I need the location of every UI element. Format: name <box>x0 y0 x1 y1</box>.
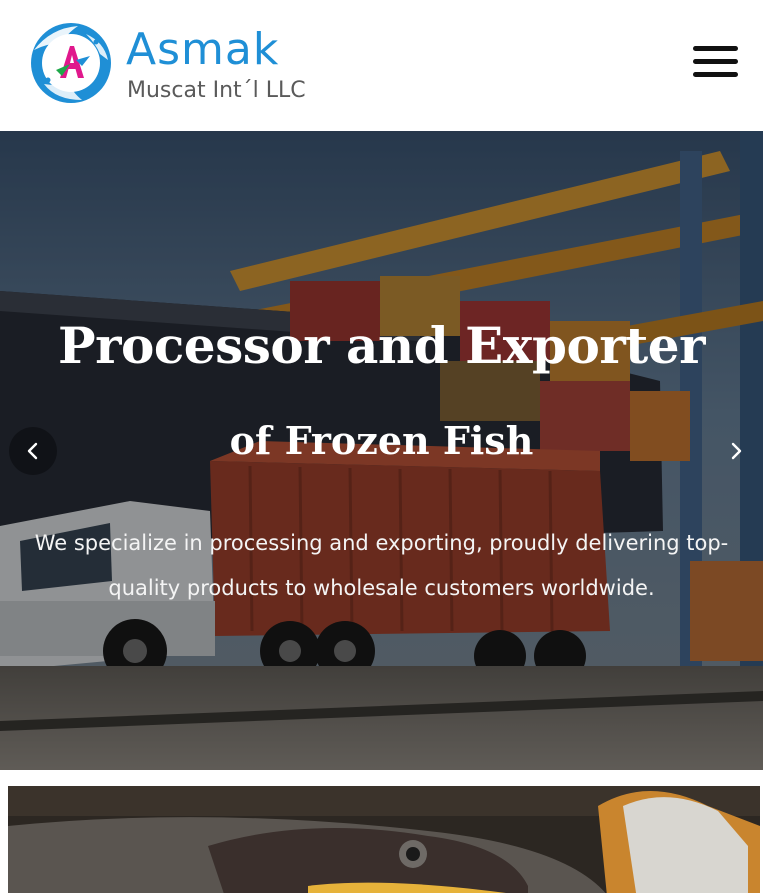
slider-next-button[interactable] <box>712 427 760 475</box>
site-header: Asmak Muscat Int´l LLC <box>0 0 763 131</box>
fish-logo-icon <box>31 23 111 103</box>
hamburger-menu-button[interactable] <box>690 40 742 84</box>
hero-subtitle: of Frozen Fish <box>229 418 534 463</box>
slider-prev-button[interactable] <box>9 427 57 475</box>
hamburger-menu-icon <box>693 46 738 51</box>
hamburger-bar <box>693 72 738 77</box>
brand-name: Asmak <box>126 24 280 75</box>
brand-subtitle: Muscat Int´l LLC <box>127 78 306 103</box>
chevron-left-icon <box>27 442 38 460</box>
frozen-fish-image <box>8 786 760 893</box>
hero-title: Processor and Exporter <box>58 316 705 375</box>
hamburger-bar <box>693 59 738 64</box>
chevron-right-icon <box>731 442 742 460</box>
hero-slider: Processor and Exporter of Frozen Fish We… <box>0 131 763 770</box>
logo-link[interactable]: Asmak Muscat Int´l LLC <box>26 20 326 110</box>
hero-description: We specialize in processing and exportin… <box>34 531 729 600</box>
products-section <box>0 770 763 893</box>
